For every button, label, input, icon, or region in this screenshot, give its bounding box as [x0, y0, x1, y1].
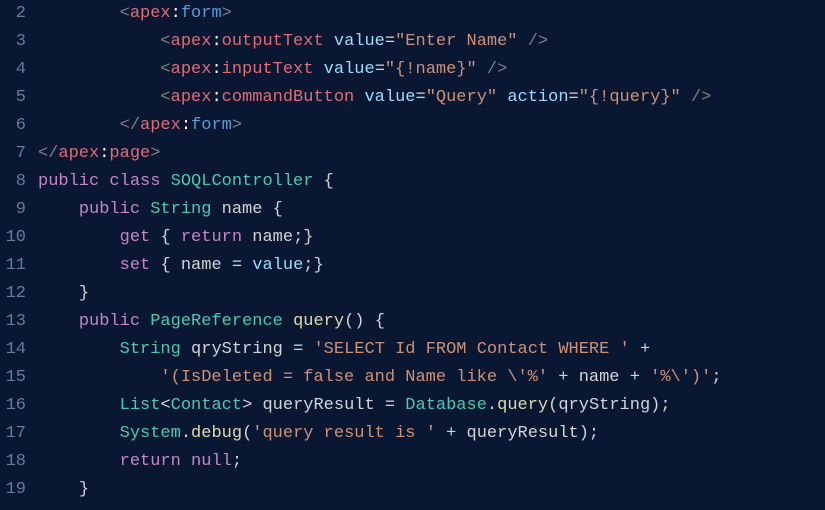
- code-line: }: [38, 476, 825, 504]
- code-line: <apex:form>: [38, 0, 825, 28]
- line-number: 17: [0, 420, 26, 448]
- code-line: System.debug('query result is ' + queryR…: [38, 420, 825, 448]
- code-editor-area[interactable]: <apex:form> <apex:outputText value="Ente…: [38, 0, 825, 510]
- code-line: get { return name;}: [38, 224, 825, 252]
- code-line: public PageReference query() {: [38, 308, 825, 336]
- line-number: 5: [0, 84, 26, 112]
- line-number: 2: [0, 0, 26, 28]
- code-line: <apex:outputText value="Enter Name" />: [38, 28, 825, 56]
- line-number: 10: [0, 224, 26, 252]
- code-line: </apex:page>: [38, 140, 825, 168]
- code-line: List<Contact> queryResult = Database.que…: [38, 392, 825, 420]
- line-number: 8: [0, 168, 26, 196]
- line-number: 4: [0, 56, 26, 84]
- line-number: 16: [0, 392, 26, 420]
- line-number: 14: [0, 336, 26, 364]
- line-number: 19: [0, 476, 26, 504]
- line-number: 6: [0, 112, 26, 140]
- code-line: return null;: [38, 448, 825, 476]
- code-line: String qryString = 'SELECT Id FROM Conta…: [38, 336, 825, 364]
- line-number: 13: [0, 308, 26, 336]
- line-number: 11: [0, 252, 26, 280]
- code-line: '(IsDeleted = false and Name like \'%' +…: [38, 364, 825, 392]
- line-number: 15: [0, 364, 26, 392]
- line-number: 9: [0, 196, 26, 224]
- code-line: <apex:inputText value="{!name}" />: [38, 56, 825, 84]
- code-line: </apex:form>: [38, 112, 825, 140]
- line-number-gutter: 2 3 4 5 6 7 8 9 10 11 12 13 14 15 16 17 …: [0, 0, 38, 510]
- code-line: <apex:commandButton value="Query" action…: [38, 84, 825, 112]
- code-line: public String name {: [38, 196, 825, 224]
- line-number: 18: [0, 448, 26, 476]
- line-number: 3: [0, 28, 26, 56]
- line-number: 12: [0, 280, 26, 308]
- code-line: public class SOQLController {: [38, 168, 825, 196]
- line-number: 7: [0, 140, 26, 168]
- code-line: }: [38, 280, 825, 308]
- code-line: set { name = value;}: [38, 252, 825, 280]
